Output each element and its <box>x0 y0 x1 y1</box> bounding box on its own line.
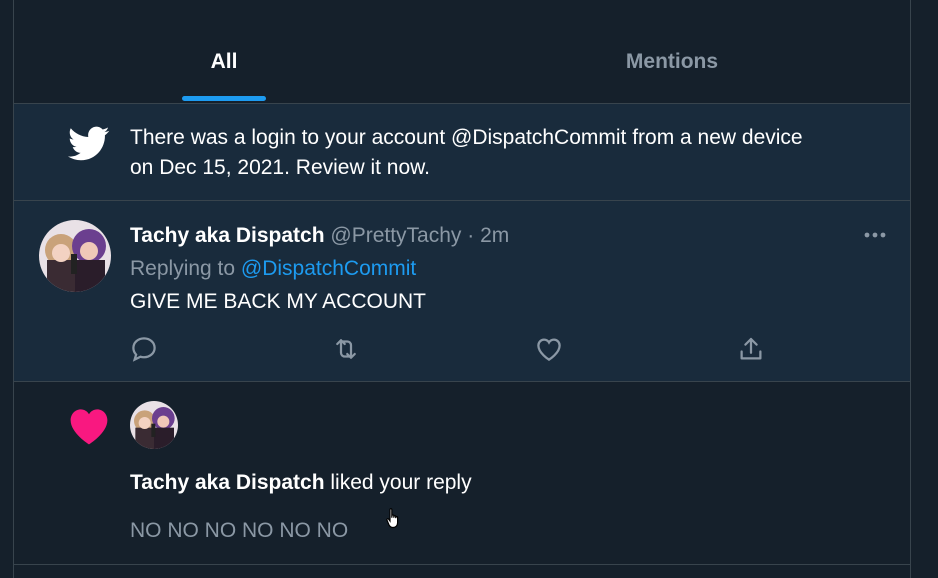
tab-all[interactable]: All <box>14 0 448 79</box>
login-notice-text: There was a login to your account @Dispa… <box>130 123 870 183</box>
login-notice-line1: There was a login to your account @Dispa… <box>130 126 803 149</box>
replying-mention-link[interactable]: @DispatchCommit <box>241 257 416 280</box>
liker-name[interactable]: Tachy aka Dispatch <box>130 471 325 494</box>
login-notice-line2: on Dec 15, 2021. Review it now. <box>130 156 431 179</box>
author-handle[interactable]: @PrettyTachy <box>330 224 461 247</box>
login-notification[interactable]: There was a login to your account @Dispa… <box>14 104 910 201</box>
retweet-icon[interactable] <box>331 334 361 364</box>
replying-prefix: Replying to <box>130 257 236 280</box>
tweet-header: Tachy aka Dispatch @PrettyTachy · 2m <box>130 221 509 251</box>
notification-tabs: All Mentions <box>14 0 910 104</box>
twitter-bird-icon <box>68 126 110 161</box>
tweet-time[interactable]: 2m <box>480 224 509 247</box>
liker-avatar[interactable] <box>130 401 178 449</box>
replying-to: Replying to @DispatchCommit <box>130 254 416 284</box>
heart-icon <box>70 409 108 445</box>
like-icon[interactable] <box>534 334 564 364</box>
hand-cursor-icon <box>386 508 399 529</box>
author-name[interactable]: Tachy aka Dispatch <box>130 224 325 247</box>
notifications-column: All Mentions There was a login to your a… <box>13 0 911 578</box>
avatar-image <box>130 401 178 449</box>
like-description: Tachy aka Dispatch liked your reply <box>130 468 472 498</box>
avatar-image <box>39 220 111 292</box>
avatar[interactable] <box>39 220 111 292</box>
liked-reply-text: NO NO NO NO NO NO <box>130 519 349 542</box>
like-notification[interactable]: Tachy aka Dispatch liked your reply NO N… <box>14 382 910 565</box>
reply-tweet[interactable]: Tachy aka Dispatch @PrettyTachy · 2m Rep… <box>14 201 910 382</box>
tweet-text: GIVE ME BACK MY ACCOUNT <box>130 290 426 313</box>
like-action-text: liked your reply <box>330 471 472 494</box>
active-tab-indicator <box>182 96 266 101</box>
more-options-icon[interactable] <box>860 225 890 245</box>
reply-icon[interactable] <box>129 334 159 364</box>
meta-separator: · <box>467 224 475 247</box>
tab-mentions[interactable]: Mentions <box>448 0 896 79</box>
share-icon[interactable] <box>736 334 766 364</box>
